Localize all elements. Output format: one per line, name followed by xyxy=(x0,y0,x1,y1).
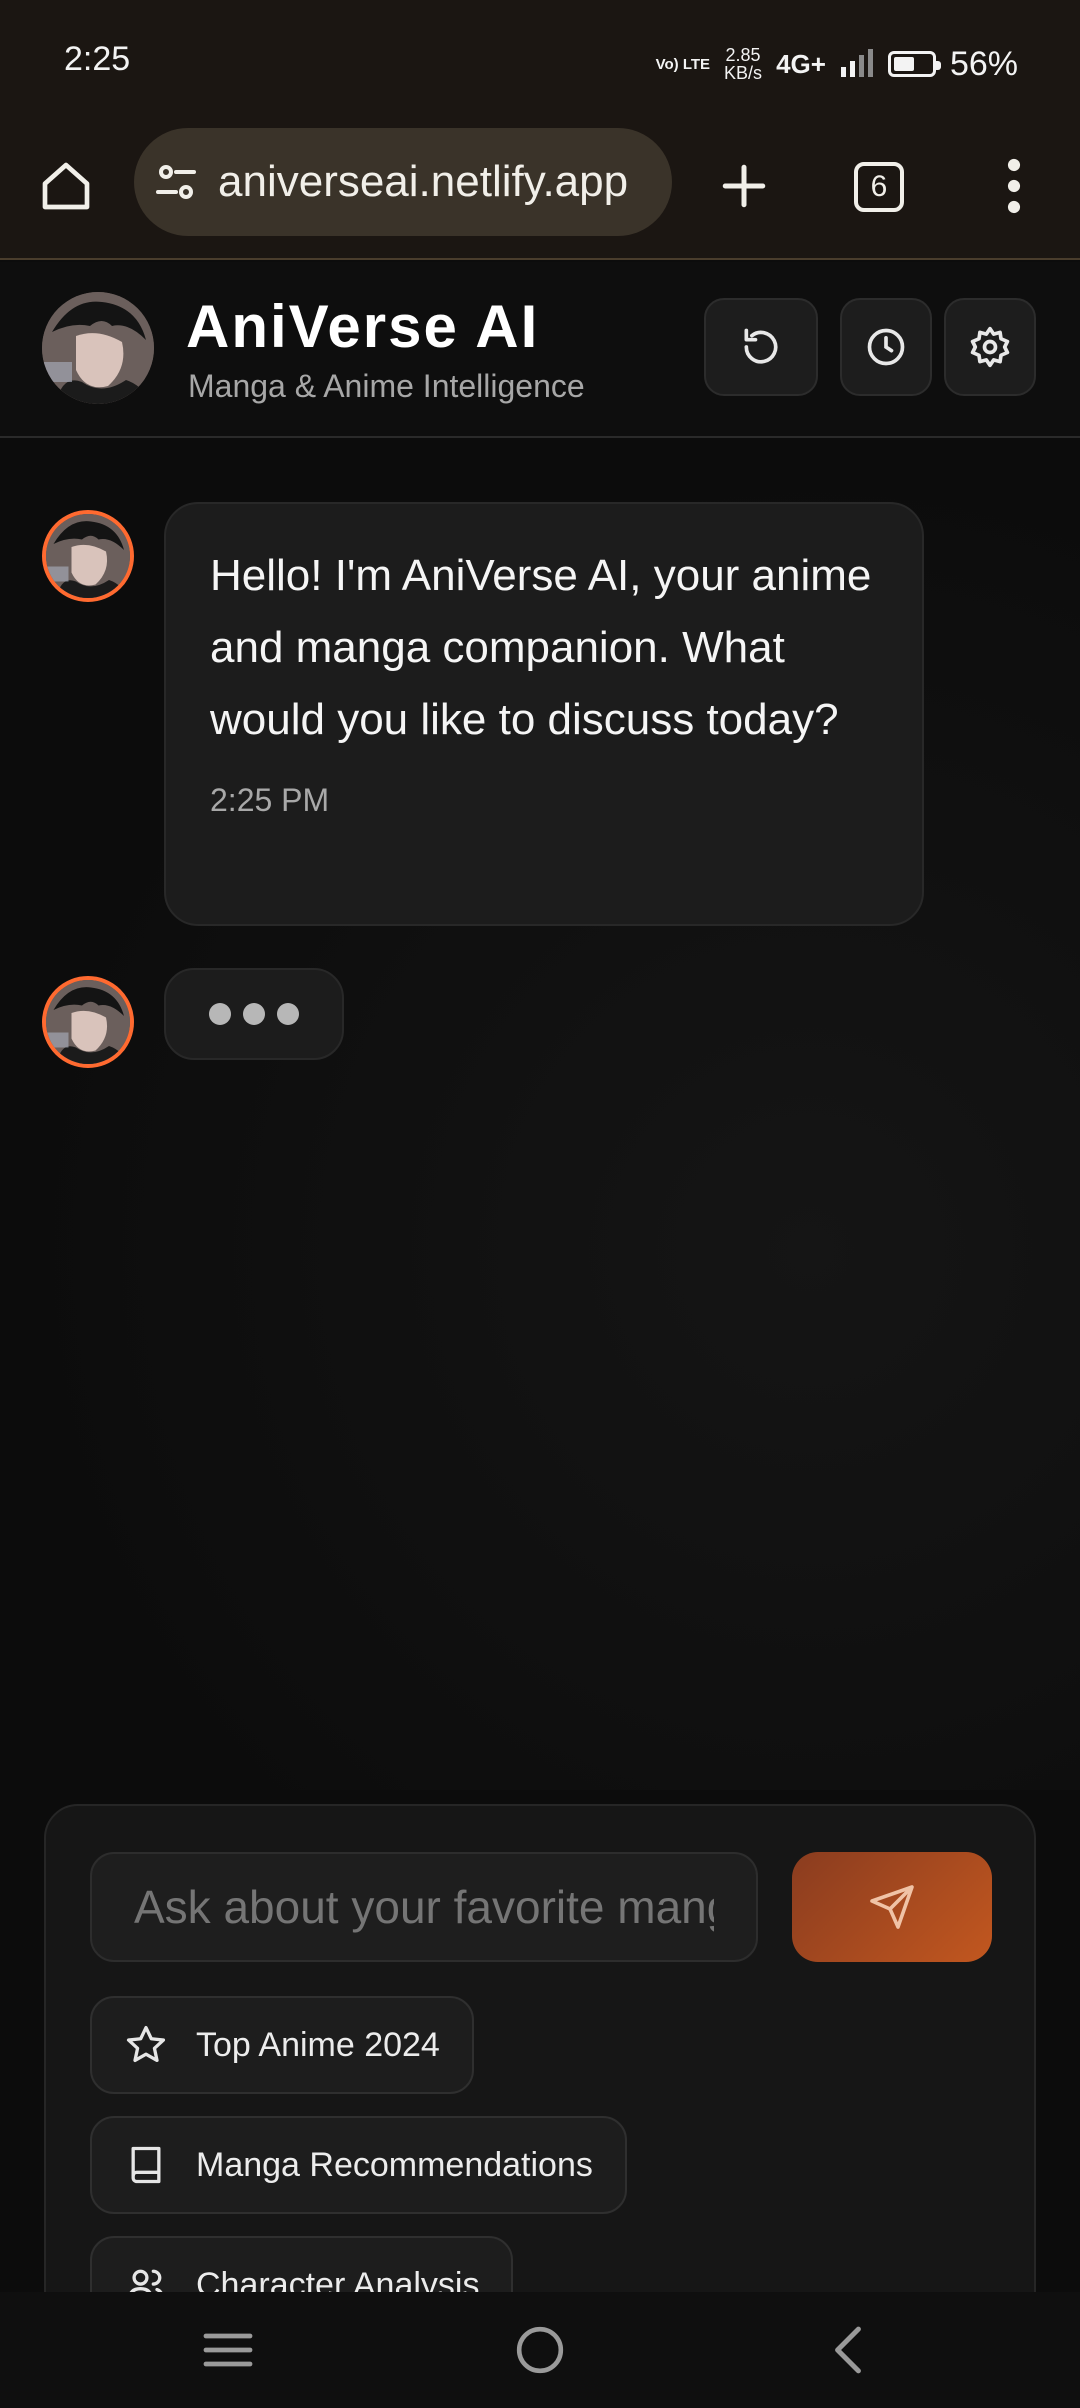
tab-switcher-button[interactable]: 6 xyxy=(846,154,912,220)
status-time: 2:25 xyxy=(64,40,131,78)
browser-menu-button[interactable] xyxy=(984,150,1044,222)
battery-percent: 56% xyxy=(949,44,1018,83)
bot-avatar xyxy=(42,510,134,602)
home-icon xyxy=(42,162,90,210)
plus-icon xyxy=(722,164,766,208)
app-header: AniVerse AI Manga & Anime Intelligence xyxy=(0,262,1080,438)
browser-toolbar: aniverseai.netlify.app 6 xyxy=(0,120,1080,260)
typing-dot xyxy=(277,1003,299,1025)
typing-dot xyxy=(243,1003,265,1025)
network-speed-unit: KB/s xyxy=(724,63,763,83)
circle-home-icon xyxy=(516,2326,564,2374)
back-chevron-icon xyxy=(835,2326,861,2374)
bot-avatar-typing xyxy=(42,976,134,1068)
settings-gear-icon xyxy=(970,326,1010,368)
suggestion-label: Top Anime 2024 xyxy=(196,2025,440,2064)
app-logo-avatar xyxy=(42,292,154,404)
history-clock-icon xyxy=(867,328,905,366)
battery-level xyxy=(893,57,915,71)
typing-indicator xyxy=(164,968,344,1060)
send-paper-plane-icon xyxy=(870,1885,914,1929)
signal-icon xyxy=(840,49,873,77)
network-type: 4G+ xyxy=(776,48,826,79)
battery-icon xyxy=(887,51,941,77)
book-icon xyxy=(131,2146,161,2184)
kebab-menu-icon xyxy=(1007,158,1021,214)
network-speed: 2.85 KB/s xyxy=(724,46,762,82)
message-timestamp: 2:25 PM xyxy=(210,782,330,818)
send-button[interactable] xyxy=(792,1852,992,1962)
tab-count: 6 xyxy=(870,170,888,203)
suggestion-chip[interactable]: Manga Recommendations xyxy=(90,2116,627,2214)
home-button[interactable] xyxy=(30,150,102,222)
history-button[interactable] xyxy=(840,298,932,396)
app-subtitle: Manga & Anime Intelligence xyxy=(188,368,585,404)
back-button[interactable] xyxy=(808,2312,888,2388)
status-indicators: Vo) LTE 2.85 KB/s 4G+ 56% xyxy=(656,38,1018,90)
menu-lines-icon xyxy=(203,2333,253,2367)
reset-chat-button[interactable] xyxy=(704,298,818,396)
site-settings-icon[interactable] xyxy=(152,158,200,206)
recent-apps-button[interactable] xyxy=(188,2312,268,2388)
message-text: Hello! I'm AniVerse AI, your anime and m… xyxy=(210,551,872,744)
anime-character-avatar xyxy=(46,514,130,598)
address-bar[interactable]: aniverseai.netlify.app xyxy=(134,128,672,236)
anime-character-avatar xyxy=(46,980,130,1064)
anime-character-avatar xyxy=(42,292,154,404)
status-bar: 2:25 Vo) LTE 2.85 KB/s 4G+ 56% xyxy=(0,0,1080,120)
url-text: aniverseai.netlify.app xyxy=(218,157,629,206)
message-input[interactable] xyxy=(90,1852,758,1962)
network-speed-value: 2.85 xyxy=(725,45,761,65)
volte-indicator: Vo) LTE xyxy=(655,55,711,73)
settings-button[interactable] xyxy=(944,298,1036,396)
typing-dot xyxy=(209,1003,231,1025)
new-tab-button[interactable] xyxy=(708,150,780,222)
reset-icon xyxy=(744,328,778,364)
chat-area[interactable]: Hello! I'm AniVerse AI, your anime and m… xyxy=(0,440,1080,1790)
suggestion-chip[interactable]: Top Anime 2024 xyxy=(90,1996,474,2094)
star-icon xyxy=(126,2025,166,2063)
system-navigation-bar xyxy=(0,2292,1080,2408)
home-nav-button[interactable] xyxy=(500,2312,580,2388)
tabs-icon: 6 xyxy=(854,162,904,212)
app-title: AniVerse AI xyxy=(186,293,540,360)
bot-message-bubble: Hello! I'm AniVerse AI, your anime and m… xyxy=(164,502,924,926)
suggestion-label: Manga Recommendations xyxy=(196,2145,593,2184)
